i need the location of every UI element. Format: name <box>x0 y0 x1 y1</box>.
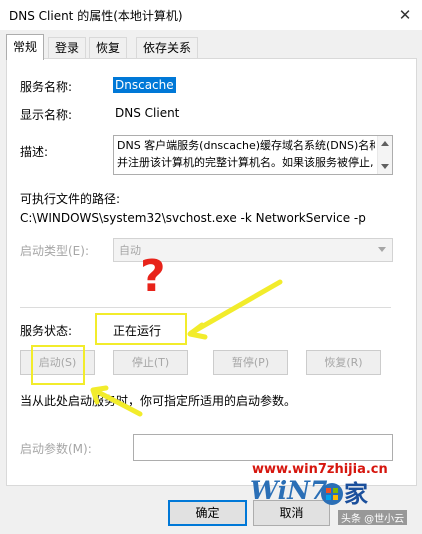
arrow-head-status <box>187 322 208 340</box>
watermark-credit: 头条 @世小云 <box>338 510 408 525</box>
tab-general[interactable]: 常规 <box>6 34 45 60</box>
windows-logo-icon <box>321 483 343 505</box>
watermark-brand-suffix: 家 <box>344 480 368 508</box>
arrow-to-start <box>91 387 143 417</box>
watermark: www.win7zhijia.cn WiN7 家 头条 @世小云 <box>250 462 418 528</box>
watermark-brand: WiN7 <box>250 476 328 505</box>
annotation-arrows <box>90 279 283 417</box>
